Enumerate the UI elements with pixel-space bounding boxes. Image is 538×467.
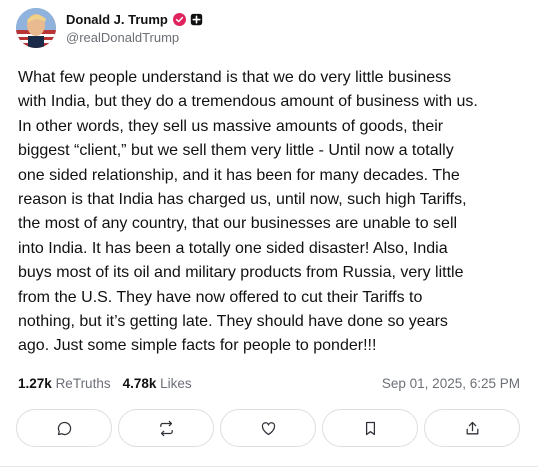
post-header: Donald J. Trump @realDonaldTrump — [16, 8, 203, 48]
heart-icon — [261, 421, 275, 435]
bookmark-button[interactable] — [322, 409, 418, 447]
avatar[interactable] — [16, 8, 56, 48]
premium-badge-icon — [190, 13, 203, 25]
reply-button[interactable] — [16, 409, 112, 447]
retruths-stat[interactable]: 1.27k ReTruths — [18, 376, 111, 391]
likes-label: Likes — [160, 376, 192, 391]
share-icon — [466, 421, 478, 434]
user-handle[interactable]: @realDonaldTrump — [66, 30, 203, 45]
post-timestamp[interactable]: Sep 01, 2025, 6:25 PM — [382, 376, 520, 391]
verified-badge-icon — [172, 12, 186, 26]
retruths-label: ReTruths — [55, 376, 111, 391]
retruths-count: 1.27k — [18, 376, 52, 391]
display-name[interactable]: Donald J. Trump — [66, 12, 168, 27]
post-stats: 1.27k ReTruths 4.78k Likes Sep 01, 2025,… — [18, 376, 520, 391]
action-bar — [16, 409, 520, 447]
retruth-button[interactable] — [118, 409, 214, 447]
like-button[interactable] — [220, 409, 316, 447]
retruth-icon — [159, 420, 173, 436]
reply-icon — [57, 421, 71, 435]
bookmark-icon — [365, 421, 375, 435]
avatar-image — [16, 8, 56, 48]
likes-count: 4.78k — [122, 376, 157, 391]
post-card: Donald J. Trump @realDonaldTrump What fe… — [0, 0, 538, 467]
likes-stat[interactable]: 4.78k Likes — [123, 376, 192, 391]
share-button[interactable] — [424, 409, 520, 447]
post-text: What few people understand is that we do… — [18, 69, 478, 355]
